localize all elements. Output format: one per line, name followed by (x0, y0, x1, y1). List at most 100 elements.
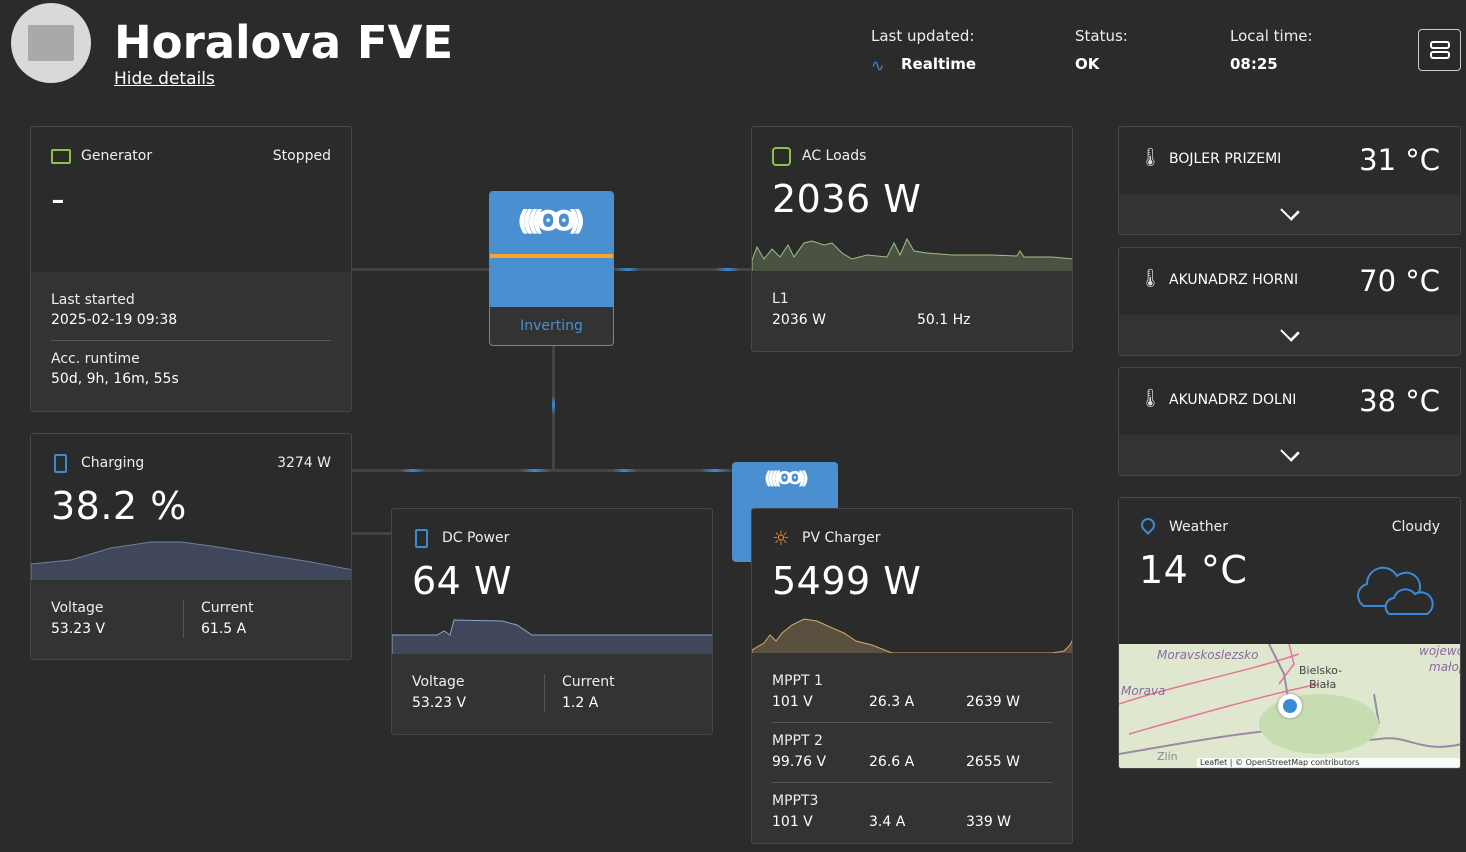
battery-power: 3274 W (277, 455, 331, 471)
map-attribution[interactable]: Leaflet | © OpenStreetMap contributors (1197, 758, 1460, 767)
mppt-current: 26.3 A (869, 694, 915, 710)
ac-loads-value: 2036 W (772, 177, 922, 221)
ac-loads-card[interactable]: AC Loads 2036 W L1 2036 W 50.1 Hz (751, 126, 1073, 352)
battery-charging-icon (54, 454, 67, 473)
dc-power-title: DC Power (442, 530, 510, 546)
expand-button[interactable] (1119, 315, 1460, 355)
last-updated-label: Last updated: (871, 27, 975, 45)
temperature-card[interactable]: 🌡︎ BOJLER PRIZEMI 31 °C (1118, 126, 1461, 235)
phase-label: L1 (772, 291, 789, 307)
pv-sparkline (752, 618, 1072, 655)
device-icon (28, 25, 74, 61)
sensor-name: AKUNADRZ DOLNI (1169, 392, 1297, 408)
mppt-voltage: 101 V (772, 694, 813, 710)
battery-voltage: 53.23 V (51, 621, 106, 637)
generator-state: Stopped (272, 148, 331, 164)
pv-title: PV Charger (802, 530, 881, 546)
mppt-power: 2655 W (966, 754, 1020, 770)
dc-power-value: 64 W (412, 559, 513, 603)
map-label: wojewó (1419, 644, 1461, 658)
temperature-card[interactable]: 🌡︎ AKUNADRZ HORNI 70 °C (1118, 247, 1461, 356)
chevron-down-icon (1279, 201, 1300, 221)
flow-indicator (520, 469, 550, 472)
mppt-name: MPPT 2 (772, 733, 823, 749)
ac-loads-sparkline (752, 237, 1072, 273)
battery-state: Charging (81, 455, 145, 471)
weather-temperature: 14 °C (1139, 548, 1248, 592)
runtime-value: 50d, 9h, 16m, 55s (51, 371, 179, 387)
flow-indicator (700, 469, 730, 472)
dc-power-icon (415, 529, 428, 548)
mppt-name: MPPT 1 (772, 673, 823, 689)
chevron-down-icon (1279, 322, 1300, 342)
cloud-icon (1357, 566, 1434, 615)
dc-voltage-label: Voltage (412, 674, 465, 690)
battery-card[interactable]: Charging 3274 W 38.2 % Voltage 53.23 V C… (30, 433, 352, 660)
battery-soc: 38.2 % (51, 484, 187, 528)
last-started-label: Last started (51, 292, 135, 308)
local-time-label: Local time: (1230, 27, 1313, 45)
sensor-value: 70 °C (1359, 264, 1440, 298)
settings-toggle-button[interactable] (1418, 29, 1461, 71)
mppt-current: 3.4 A (869, 814, 906, 830)
hide-details-link[interactable]: Hide details (114, 69, 215, 89)
last-started-value: 2025-02-19 09:38 (51, 312, 178, 328)
mppt-power: 2639 W (966, 694, 1020, 710)
location-marker[interactable] (1278, 694, 1302, 718)
dc-voltage: 53.23 V (412, 695, 467, 711)
realtime-icon: ∿ (871, 56, 885, 75)
expand-button[interactable] (1119, 435, 1460, 475)
ac-outlet-icon (772, 147, 791, 166)
local-time-value: 08:25 (1230, 55, 1278, 73)
expand-button[interactable] (1119, 194, 1460, 234)
status-label: Status: (1075, 27, 1128, 45)
weather-card[interactable]: Weather Cloudy 14 °C Moravskoslezsko Mor… (1118, 497, 1461, 769)
generator-title: Generator (81, 148, 153, 164)
victron-logo: ((((ʘʘ)) (517, 204, 585, 237)
inverter-card[interactable]: ((((ʘʘ)) Inverting (489, 191, 614, 346)
chevron-down-icon (1279, 442, 1300, 462)
flow-indicator (552, 395, 555, 415)
connection-line (351, 532, 391, 535)
runtime-label: Acc. runtime (51, 351, 140, 367)
sensor-name: AKUNADRZ HORNI (1169, 272, 1299, 288)
generator-icon (51, 149, 71, 164)
map-label: Bielsko- (1299, 664, 1343, 677)
dc-current-label: Current (562, 674, 615, 690)
mppt-voltage: 99.76 V (772, 754, 827, 770)
mppt-name: MPPT3 (772, 793, 819, 809)
temperature-card[interactable]: 🌡︎ AKUNADRZ DOLNI 38 °C (1118, 367, 1461, 476)
battery-current-label: Current (201, 600, 254, 616)
weather-title: Weather (1169, 519, 1228, 535)
mppt-current: 26.6 A (869, 754, 915, 770)
dc-power-card[interactable]: DC Power 64 W Voltage 53.23 V Current 1.… (391, 508, 713, 735)
mppt-row: MPPT 2 99.76 V 26.6 A 2655 W (772, 733, 1052, 783)
weather-condition: Cloudy (1391, 519, 1440, 535)
flow-indicator (715, 268, 740, 271)
frequency: 50.1 Hz (917, 312, 971, 328)
thermometer-icon: 🌡︎ (1139, 147, 1162, 168)
map-label: Morava (1121, 684, 1166, 698)
dc-power-sparkline (392, 619, 712, 655)
last-updated-value: Realtime (901, 55, 977, 73)
ac-loads-title: AC Loads (802, 148, 867, 164)
map-label: małop (1429, 660, 1460, 674)
map[interactable]: Moravskoslezsko Morava Bielsko- Biała wo… (1119, 644, 1461, 768)
generator-card[interactable]: Generator Stopped - Last started 2025-02… (30, 126, 352, 412)
battery-voltage-label: Voltage (51, 600, 104, 616)
server-icon (1430, 41, 1450, 49)
phase-power: 2036 W (772, 312, 826, 328)
battery-sparkline (31, 541, 351, 582)
mppt-power: 339 W (966, 814, 1012, 830)
mppt-voltage: 101 V (772, 814, 813, 830)
battery-current: 61.5 A (201, 621, 247, 637)
thermometer-icon: 🌡︎ (1139, 268, 1162, 289)
sun-icon: ☼ (772, 526, 790, 550)
flow-indicator (612, 469, 637, 472)
mppt-row: MPPT 1 101 V 26.3 A 2639 W (772, 673, 1052, 723)
sensor-value: 38 °C (1359, 384, 1440, 418)
pv-charger-card[interactable]: ☼ PV Charger 5499 W MPPT 1 101 V 26.3 A … (751, 508, 1073, 844)
site-logo (11, 3, 91, 83)
flow-indicator (615, 268, 640, 271)
victron-logo: ((((ʘʘ)) (764, 468, 809, 489)
